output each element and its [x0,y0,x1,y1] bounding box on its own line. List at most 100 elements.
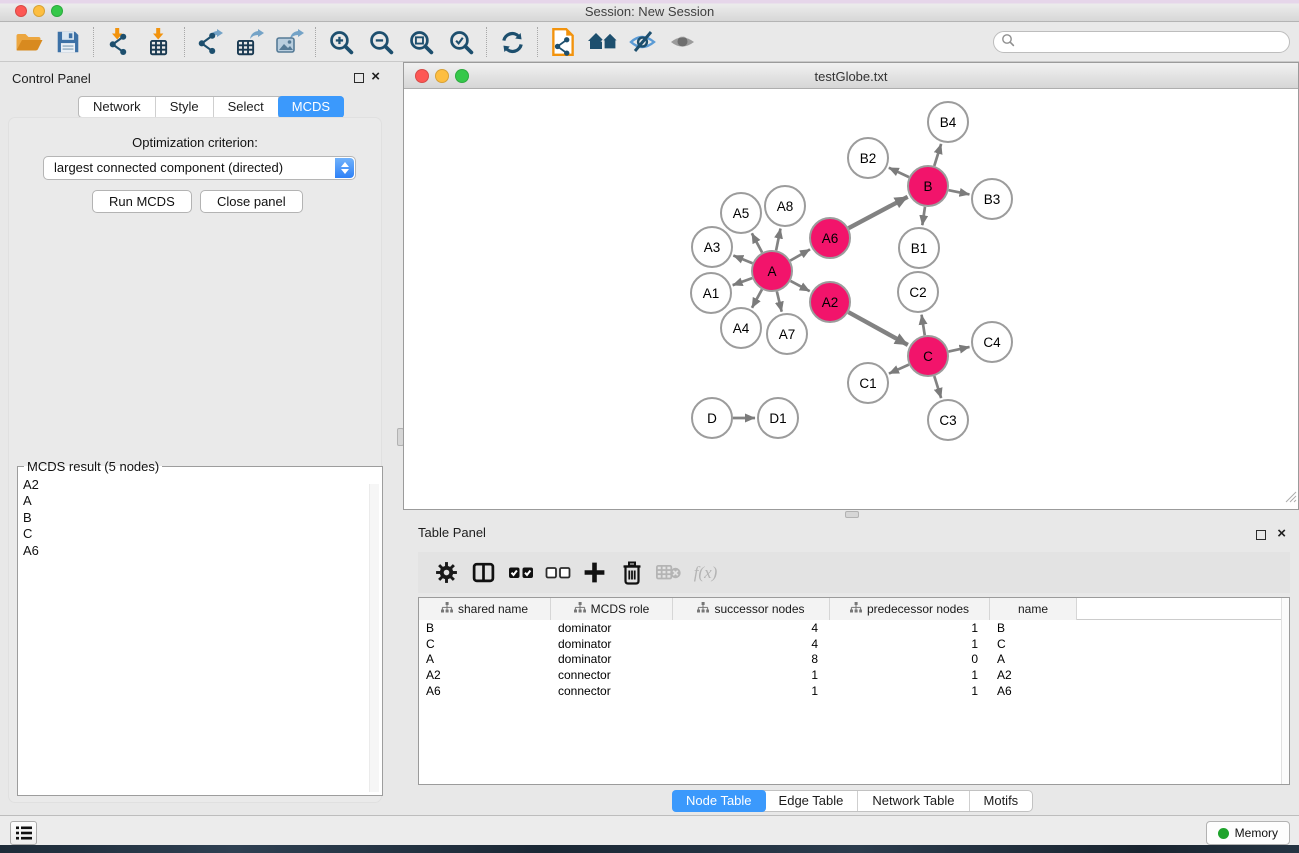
node-B[interactable]: B [908,166,948,206]
table-cell[interactable]: connector [551,668,673,682]
table-cell[interactable]: 0 [830,652,990,666]
table-cell[interactable]: 1 [830,621,990,635]
table-cell[interactable]: dominator [551,621,673,635]
network-graph[interactable]: B4B2BB3A8A5A6A3B1AC2A1A2A4A7C4CC1DD1C3 [404,89,1298,510]
tab-node-table[interactable]: Node Table [672,790,766,812]
node-C4[interactable]: C4 [972,322,1012,362]
tab-edge-table[interactable]: Edge Table [765,791,859,811]
table-cell[interactable]: dominator [551,637,673,651]
close-panel-icon[interactable]: × [371,68,380,85]
node-table[interactable]: shared nameMCDS rolesuccessor nodesprede… [418,597,1290,785]
node-A1[interactable]: A1 [691,273,731,313]
table-close-panel-icon[interactable]: × [1277,525,1286,542]
tab-motifs[interactable]: Motifs [970,791,1033,811]
column-header-shared-name[interactable]: shared name [419,598,551,620]
deselect-all-button[interactable] [539,556,576,590]
edge-A-A6[interactable] [790,249,810,260]
edge-A-A5[interactable] [752,233,762,252]
task-history-button[interactable] [10,821,37,845]
select-all-button[interactable] [502,556,539,590]
table-cell[interactable]: A [990,652,1077,666]
column-header-MCDS-role[interactable]: MCDS role [551,598,673,620]
horizontal-splitter-grip[interactable] [845,511,859,518]
edge-A-A7[interactable] [777,291,782,311]
edge-A2-C[interactable] [848,312,907,345]
table-cell[interactable]: 8 [673,652,830,666]
table-row[interactable]: Cdominator41C [419,636,1289,652]
mcds-result-item[interactable]: A2 [23,477,382,493]
table-cell[interactable]: C [419,637,551,651]
column-header-name[interactable]: name [990,598,1077,620]
table-row[interactable]: Adominator80A [419,651,1289,667]
node-A7[interactable]: A7 [767,314,807,354]
mcds-result-item[interactable]: B [23,510,382,526]
edge-A6-B[interactable] [849,197,908,228]
edge-A-A8[interactable] [776,229,780,251]
node-B2[interactable]: B2 [848,138,888,178]
table-cell[interactable]: 1 [830,668,990,682]
mcds-result-item[interactable]: A [23,493,382,509]
tab-network[interactable]: Network [79,97,156,117]
zoom-fit-button[interactable] [401,25,441,59]
search-input[interactable] [1015,33,1289,51]
import-table-button[interactable] [139,25,179,59]
export-network-button[interactable] [190,25,230,59]
edge-B-B4[interactable] [934,144,941,166]
table-cell[interactable]: 4 [673,637,830,651]
node-D1[interactable]: D1 [758,398,798,438]
node-A4[interactable]: A4 [721,308,761,348]
node-A8[interactable]: A8 [765,186,805,226]
table-cell[interactable]: A2 [419,668,551,682]
tab-network-table[interactable]: Network Table [858,791,969,811]
delete-column-button[interactable] [613,556,650,590]
close-panel-button[interactable]: Close panel [200,190,303,213]
table-cell[interactable]: dominator [551,652,673,666]
table-cell[interactable]: 1 [673,684,830,698]
network-file-button[interactable] [543,25,583,59]
edge-A-A3[interactable] [733,256,752,264]
table-scrollbar[interactable] [1281,598,1289,784]
table-cell[interactable]: A [419,652,551,666]
run-mcds-button[interactable]: Run MCDS [92,190,192,213]
table-float-panel-icon[interactable] [1256,530,1266,540]
export-image-button[interactable] [270,25,310,59]
export-table-button[interactable] [230,25,270,59]
node-A3[interactable]: A3 [692,227,732,267]
show-all-button[interactable] [663,25,703,59]
edge-C-C4[interactable] [949,347,970,352]
column-header-predecessor-nodes[interactable]: predecessor nodes [830,598,990,620]
zoom-selected-button[interactable] [441,25,481,59]
criterion-dropdown[interactable]: largest connected component (directed) [43,156,356,180]
columns-button[interactable] [465,556,502,590]
table-row[interactable]: A6connector11A6 [419,683,1289,699]
node-C3[interactable]: C3 [928,400,968,440]
gear-button[interactable] [428,556,465,590]
node-A[interactable]: A [752,251,792,291]
table-cell[interactable]: B [419,621,551,635]
import-network-button[interactable] [99,25,139,59]
network-canvas[interactable]: B4B2BB3A8A5A6A3B1AC2A1A2A4A7C4CC1DD1C3 [404,89,1298,509]
tab-style[interactable]: Style [156,97,214,117]
edge-A-A2[interactable] [791,281,810,291]
node-C2[interactable]: C2 [898,272,938,312]
node-A5[interactable]: A5 [721,193,761,233]
table-cell[interactable]: 1 [830,684,990,698]
open-folder-button[interactable] [8,25,48,59]
node-C1[interactable]: C1 [848,363,888,403]
edge-C-C3[interactable] [934,376,941,398]
table-cell[interactable]: C [990,637,1077,651]
edge-B-B1[interactable] [922,207,925,225]
search-box[interactable] [993,31,1290,53]
table-cell[interactable]: A6 [990,684,1077,698]
edge-B-B2[interactable] [889,168,909,177]
mcds-result-scrollbar[interactable] [369,484,379,792]
home-button[interactable] [583,25,623,59]
node-B3[interactable]: B3 [972,179,1012,219]
table-row[interactable]: Bdominator41B [419,620,1289,636]
refresh-button[interactable] [492,25,532,59]
table-cell[interactable]: A6 [419,684,551,698]
float-panel-icon[interactable] [354,73,364,83]
edge-C-C1[interactable] [889,365,909,374]
zoom-out-button[interactable] [361,25,401,59]
network-window-titlebar[interactable]: testGlobe.txt [404,63,1298,89]
